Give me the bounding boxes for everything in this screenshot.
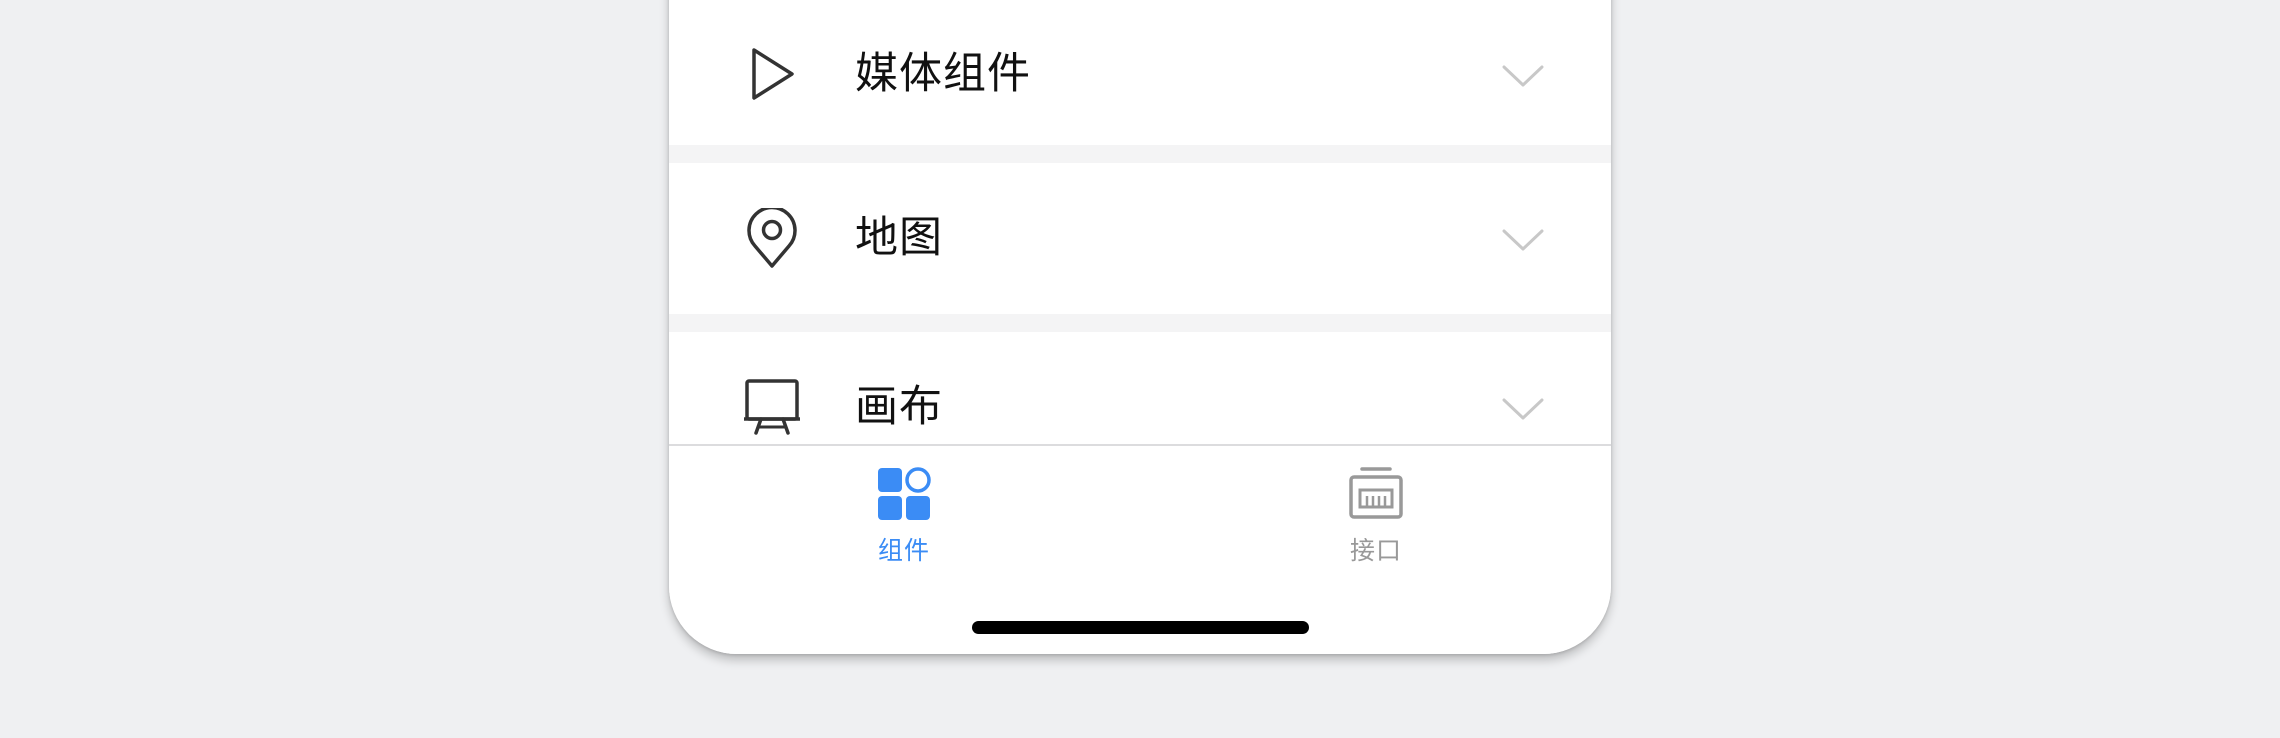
chevron-down-icon[interactable] [1501, 397, 1545, 423]
section-media-components[interactable]: 媒体组件 [669, 0, 1611, 145]
section-map[interactable]: 地图 [669, 163, 1611, 314]
play-icon [744, 44, 800, 104]
components-grid-icon [876, 466, 932, 522]
chevron-down-icon[interactable] [1501, 64, 1545, 90]
section-label: 画布 [855, 382, 943, 432]
section-label: 地图 [855, 213, 943, 263]
section-label: 媒体组件 [855, 49, 1031, 99]
section-list: 媒体组件 地图 画布 [669, 0, 1611, 445]
tab-api[interactable]: 接口 [1276, 446, 1476, 576]
api-tray-icon [1348, 466, 1404, 522]
phone-screen: 媒体组件 地图 画布 组件 接口 [669, 0, 1611, 654]
tab-label: 组件 [877, 536, 930, 565]
chevron-down-icon[interactable] [1501, 228, 1545, 254]
section-canvas[interactable]: 画布 [669, 332, 1611, 445]
easel-icon [744, 377, 800, 437]
tab-components[interactable]: 组件 [804, 446, 1004, 576]
home-indicator[interactable] [972, 621, 1309, 634]
tab-label: 接口 [1349, 536, 1402, 565]
map-pin-icon [744, 205, 800, 268]
